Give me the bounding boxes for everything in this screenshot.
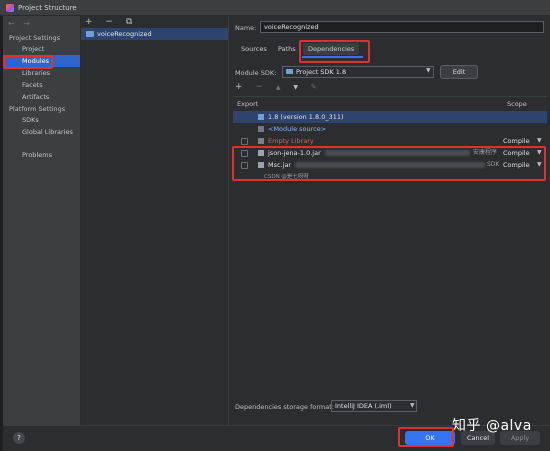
export-checkbox[interactable] <box>241 138 248 145</box>
module-name: voiceRecognized <box>97 30 152 38</box>
add-dependency-icon[interactable]: + <box>235 82 248 92</box>
window-title: Project Structure <box>18 3 77 12</box>
sidebar-item-sdks[interactable]: SDKs <box>3 114 80 126</box>
zhihu-watermark: 知乎 @alva <box>452 418 532 434</box>
modules-panel: + − ⧉ voiceRecognized <box>81 16 229 425</box>
remove-dependency-icon[interactable]: − <box>255 82 268 92</box>
move-up-icon[interactable]: ▲ <box>276 84 286 91</box>
annotation-dependencies-tab-highlight <box>299 40 370 63</box>
storage-format-select[interactable]: IntelliJ IDEA (.iml) <box>331 400 417 412</box>
project-settings-header: Project Settings <box>9 34 60 42</box>
edit-sdk-button[interactable]: Edit <box>440 65 478 79</box>
storage-format-label: Dependencies storage format: <box>235 403 334 411</box>
remove-module-icon[interactable]: − <box>105 17 118 27</box>
tab-paths[interactable]: Paths <box>278 45 296 53</box>
nav-arrows: ← → <box>8 19 33 28</box>
module-sdk-select[interactable]: Project SDK 1.8 <box>282 66 434 78</box>
back-arrow-icon[interactable]: ← <box>8 19 18 28</box>
help-button[interactable]: ? <box>13 432 25 444</box>
sidebar-item-project[interactable]: Project <box>3 43 80 55</box>
settings-sidebar: ← → Project Settings Project Modules Lib… <box>3 16 81 425</box>
module-details: Name: voiceRecognized Sources Paths Depe… <box>230 16 550 425</box>
tab-sources[interactable]: Sources <box>241 45 267 53</box>
module-sdk-label: Module SDK: <box>235 69 277 77</box>
source-folder-icon <box>258 126 264 132</box>
module-tree-item[interactable]: voiceRecognized <box>81 28 228 40</box>
move-down-icon[interactable]: ▼ <box>293 84 303 91</box>
sidebar-item-problems[interactable]: Problems <box>3 149 80 161</box>
column-scope: Scope <box>507 100 527 108</box>
library-icon <box>258 138 264 144</box>
edit-dependency-icon[interactable]: ✎ <box>311 83 322 91</box>
sdk-folder-icon <box>286 69 293 74</box>
dependencies-table: Export Scope 1.8 (version 1.8.0_311) <Mo… <box>233 96 547 396</box>
module-folder-icon <box>86 31 94 37</box>
chevron-down-icon: ▼ <box>426 67 431 74</box>
table-row[interactable]: 1.8 (version 1.8.0_311) <box>233 111 547 123</box>
sidebar-item-global-libraries[interactable]: Global Libraries <box>3 126 80 138</box>
sidebar-item-facets[interactable]: Facets <box>3 79 80 91</box>
module-name-input[interactable]: voiceRecognized <box>260 21 544 33</box>
annotation-jar-rows-highlight <box>232 146 546 181</box>
table-row[interactable]: <Module source> <box>233 123 547 135</box>
annotation-ok-highlight <box>398 427 454 447</box>
annotation-modules-highlight <box>3 55 53 69</box>
dependencies-toolbar: + − ▲ ▼ ✎ <box>235 82 322 92</box>
column-export: Export <box>237 100 259 108</box>
forward-arrow-icon[interactable]: → <box>23 19 33 28</box>
chevron-down-icon: ▼ <box>410 402 415 409</box>
sidebar-item-artifacts[interactable]: Artifacts <box>3 91 80 103</box>
platform-settings-header: Platform Settings <box>9 105 66 113</box>
copy-module-icon[interactable]: ⧉ <box>126 17 137 27</box>
dependency-name: <Module source> <box>268 125 327 133</box>
modules-toolbar: + − ⧉ <box>85 17 137 27</box>
title-bar: Project Structure <box>0 0 550 16</box>
sdk-folder-icon <box>258 114 264 120</box>
intellij-app-icon <box>6 3 14 12</box>
name-label: Name: <box>235 24 257 32</box>
add-module-icon[interactable]: + <box>85 17 98 27</box>
dependency-name: 1.8 (version 1.8.0_311) <box>268 113 344 121</box>
